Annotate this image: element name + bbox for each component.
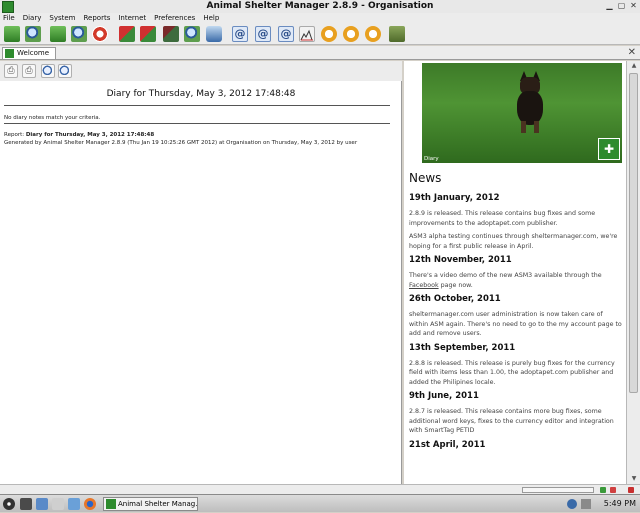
taskbar-task-asm[interactable]: Animal Shelter Manag...	[103, 497, 198, 511]
add-animal-icon[interactable]	[4, 26, 20, 42]
network-tray-icon[interactable]	[567, 499, 577, 509]
find-person-icon[interactable]	[71, 26, 87, 42]
tab-welcome-label: Welcome	[17, 49, 50, 57]
taskbar-task-label: Animal Shelter Manag...	[118, 500, 198, 508]
news-text: There's a video demo of the new ASM3 ava…	[409, 272, 602, 289]
start-menu-icon[interactable]	[3, 498, 15, 510]
toolbar: @ @ @	[0, 23, 640, 45]
news-date: 9th June, 2011	[409, 391, 479, 401]
tab-welcome[interactable]: Welcome	[2, 47, 57, 59]
menu-bar: File Diary System Reports Internet Prefe…	[0, 13, 640, 23]
email-icon[interactable]: @	[278, 26, 294, 42]
zoom-in-icon[interactable]	[41, 64, 55, 78]
taskbar: Animal Shelter Manag... 5:49 PM	[0, 494, 640, 512]
progress-bar	[522, 487, 594, 493]
scroll-up-icon[interactable]: ▲	[627, 61, 640, 71]
maximize-icon[interactable]: ▢	[617, 1, 626, 10]
terminal-icon[interactable]	[20, 498, 32, 510]
divider	[4, 123, 390, 124]
news-pane: ✚ Diary News 19th January, 2012 2.8.9 is…	[404, 61, 626, 484]
news-section: News 19th January, 2012 2.8.9 is release…	[409, 171, 623, 456]
menu-internet[interactable]: Internet	[118, 13, 146, 23]
add-person-icon[interactable]	[50, 26, 66, 42]
facebook-link[interactable]: Facebook	[409, 282, 439, 289]
files-icon[interactable]	[68, 498, 80, 510]
find-animal-icon[interactable]	[25, 26, 41, 42]
report-line: Report: Diary for Thursday, May 3, 2012 …	[4, 132, 155, 138]
calculator-icon[interactable]	[389, 26, 405, 42]
print-preview-icon[interactable]: ⎙	[22, 64, 36, 78]
clock: 5:49 PM	[603, 499, 636, 508]
find-found-icon[interactable]	[184, 26, 200, 42]
firefox-icon[interactable]	[84, 498, 96, 510]
news-date: 21st April, 2011	[409, 439, 486, 450]
volume-tray-icon[interactable]	[581, 499, 591, 509]
news-date: 19th January, 2012	[409, 193, 500, 203]
status-bar	[0, 484, 640, 494]
email-icon[interactable]: @	[255, 26, 271, 42]
menu-file[interactable]: File	[3, 13, 15, 23]
scroll-down-icon[interactable]: ▼	[627, 474, 640, 484]
news-text: 2.8.7 is released. This release contains…	[409, 408, 614, 434]
asm-task-icon	[106, 499, 116, 509]
minimize-icon[interactable]: ▁	[605, 1, 614, 10]
menu-diary[interactable]: Diary	[23, 13, 42, 23]
news-date: 26th October, 2011	[409, 294, 501, 304]
clock-icon[interactable]	[343, 26, 359, 42]
close-tab-icon[interactable]: ✕	[628, 46, 636, 60]
close-icon[interactable]: ✕	[629, 1, 638, 10]
news-date: 13th September, 2011	[409, 342, 516, 353]
asm-logo-icon: ✚	[598, 138, 620, 160]
diary-toolbar: ⎙ ⎙	[0, 61, 402, 81]
add-lost-icon[interactable]	[163, 26, 179, 42]
diary-pane: ⎙ ⎙ Diary for Thursday, May 3, 2012 17:4…	[0, 61, 402, 484]
status-indicator-icon	[628, 487, 634, 493]
scroll-thumb[interactable]	[629, 73, 638, 393]
status-indicator-icon	[610, 487, 616, 493]
tab-bar: Welcome ✕	[0, 46, 640, 60]
news-date: 12th November, 2011	[409, 255, 512, 265]
news-text: 2.8.9 is released. This release contains…	[409, 210, 596, 227]
menu-reports[interactable]: Reports	[83, 13, 110, 23]
news-text: ASM3 alpha testing continues through she…	[409, 233, 618, 250]
print-icon[interactable]: ⎙	[4, 64, 18, 78]
clock-icon[interactable]	[365, 26, 381, 42]
lost-found-icon[interactable]	[92, 26, 108, 42]
menu-system[interactable]: System	[49, 13, 75, 23]
clock-icon[interactable]	[321, 26, 337, 42]
no-match-text: No diary notes match your criteria.	[4, 115, 101, 121]
photo-caption: Diary	[424, 156, 439, 162]
zoom-out-icon[interactable]	[58, 64, 72, 78]
diary-title: Diary for Thursday, May 3, 2012 17:48:48	[106, 89, 296, 99]
news-text: 2.8.8 is released. This release is purel…	[409, 359, 615, 386]
menu-preferences[interactable]: Preferences	[154, 13, 195, 23]
network-icon[interactable]	[52, 498, 64, 510]
add-waiting-icon[interactable]	[119, 26, 135, 42]
news-text: sheltermanager.com user administration i…	[409, 311, 622, 337]
menu-help[interactable]: Help	[203, 13, 219, 23]
generated-line: Generated by Animal Shelter Manager 2.8.…	[4, 140, 358, 146]
desktop-icon[interactable]	[36, 498, 48, 510]
news-heading: News	[409, 171, 442, 185]
chart-icon[interactable]	[299, 26, 315, 42]
movement-icon[interactable]	[206, 26, 222, 42]
find-waiting-icon[interactable]	[140, 26, 156, 42]
window-title: Animal Shelter Manager 2.8.9 - Organisat…	[206, 1, 434, 11]
status-indicator-icon	[600, 487, 606, 493]
news-scrollbar[interactable]: ▲ ▼	[626, 61, 640, 484]
divider	[4, 105, 390, 106]
animal-photo: ✚ Diary	[422, 63, 622, 163]
title-bar: Animal Shelter Manager 2.8.9 - Organisat…	[0, 0, 640, 14]
welcome-tab-icon	[5, 49, 14, 58]
email-icon[interactable]: @	[232, 26, 248, 42]
